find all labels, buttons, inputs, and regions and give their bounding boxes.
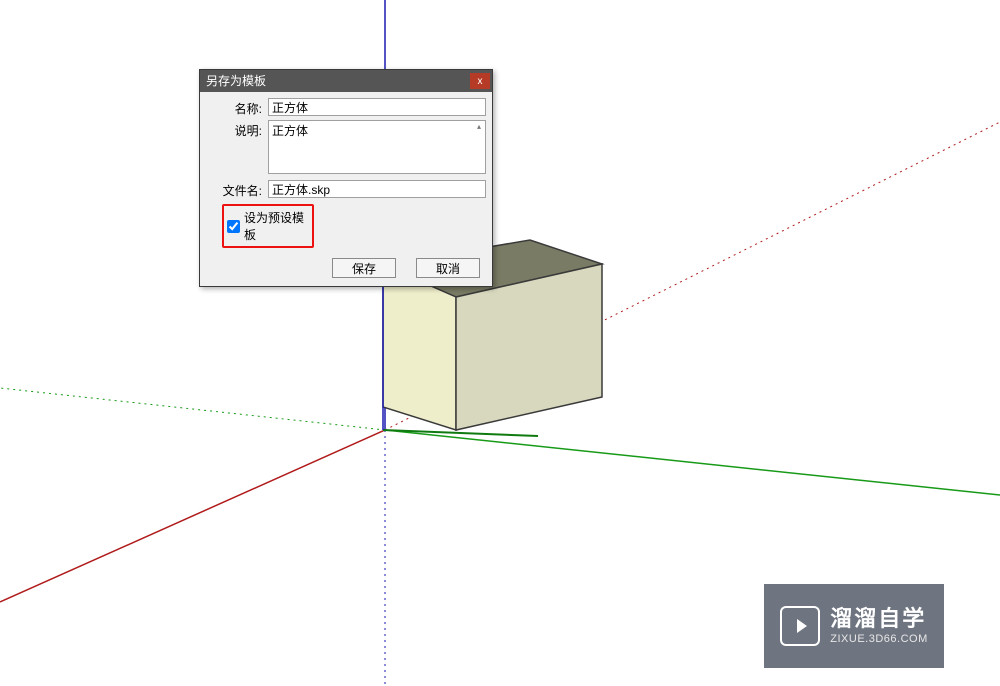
- watermark-main: 溜溜自学: [830, 606, 927, 632]
- save-button[interactable]: 保存: [332, 258, 396, 278]
- set-default-template-checkbox[interactable]: [227, 220, 240, 233]
- save-as-template-dialog: 另存为模板 x 名称: 说明: ▴ 文件名: 设为预设模板 保存 取消: [199, 69, 493, 287]
- watermark-text: 溜溜自学 ZIXUE.3D66.COM: [830, 606, 927, 646]
- label-desc: 说明:: [206, 120, 268, 139]
- watermark: 溜溜自学 ZIXUE.3D66.COM: [764, 584, 944, 668]
- play-icon: [780, 606, 820, 646]
- filename-input[interactable]: [268, 180, 486, 198]
- name-input[interactable]: [268, 98, 486, 116]
- label-file: 文件名:: [206, 180, 268, 199]
- desc-wrap: ▴: [268, 120, 486, 177]
- row-desc: 说明: ▴: [206, 120, 486, 177]
- row-file: 文件名:: [206, 180, 486, 199]
- watermark-sub: ZIXUE.3D66.COM: [830, 633, 927, 646]
- row-name: 名称:: [206, 98, 486, 117]
- scroll-up-icon[interactable]: ▴: [473, 121, 485, 133]
- dialog-body: 名称: 说明: ▴ 文件名: 设为预设模板 保存 取消: [200, 92, 492, 286]
- button-row: 保存 取消: [206, 254, 486, 278]
- desc-textarea[interactable]: [268, 120, 486, 174]
- close-button[interactable]: x: [470, 73, 490, 89]
- label-name: 名称:: [206, 98, 268, 117]
- dialog-title: 另存为模板: [206, 70, 266, 92]
- dialog-titlebar[interactable]: 另存为模板 x: [200, 70, 492, 92]
- cancel-button[interactable]: 取消: [416, 258, 480, 278]
- set-default-template-label: 设为预设模板: [244, 209, 306, 243]
- close-icon: x: [478, 76, 483, 87]
- set-default-template-checkbox-row[interactable]: 设为预设模板: [222, 204, 314, 248]
